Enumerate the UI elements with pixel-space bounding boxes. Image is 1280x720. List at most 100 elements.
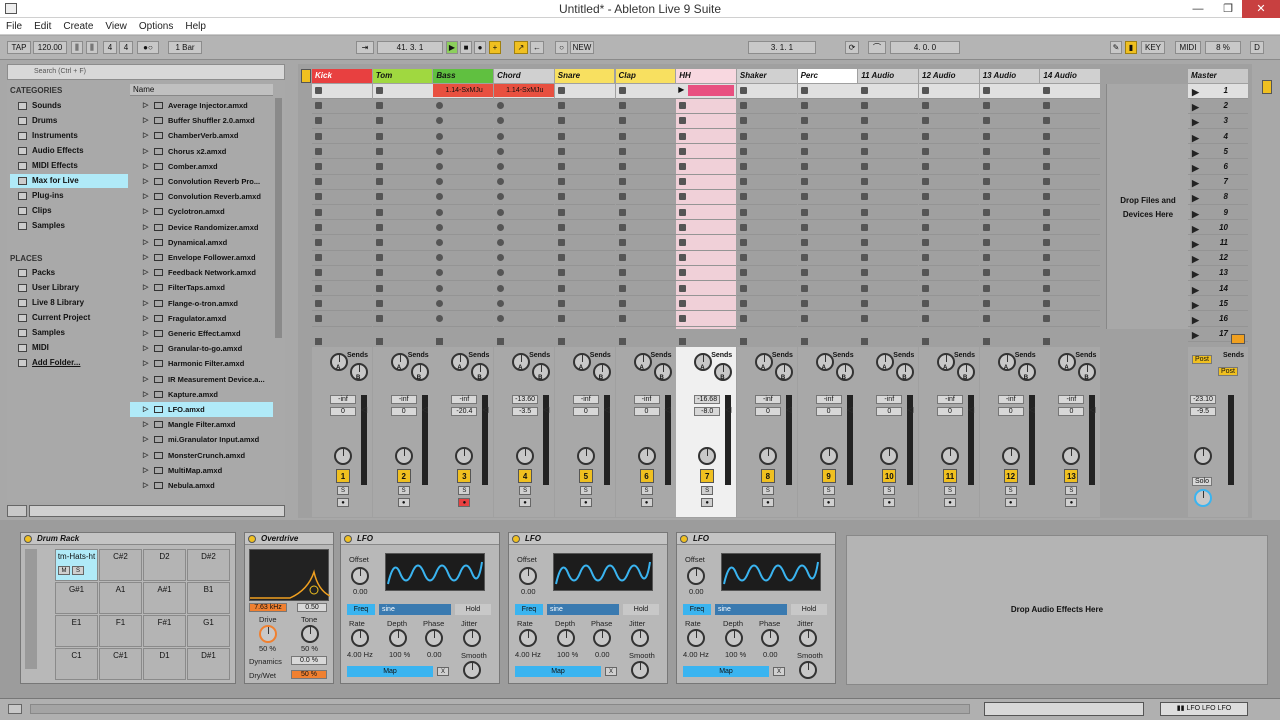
stop-slot-icon[interactable] xyxy=(922,269,929,277)
loop-start-field[interactable]: 3. 1. 1 xyxy=(748,41,816,54)
clip[interactable] xyxy=(688,85,735,96)
drum-pad[interactable]: A1 xyxy=(99,582,142,614)
track-title[interactable]: 13 Audio xyxy=(979,69,1040,83)
clip-slot[interactable] xyxy=(736,190,797,205)
clip-slot[interactable] xyxy=(1040,312,1101,327)
clip-slot[interactable] xyxy=(615,190,676,205)
clip-slot[interactable] xyxy=(858,297,919,312)
track-title[interactable]: Bass xyxy=(433,69,494,83)
track-title[interactable]: Clap xyxy=(615,69,676,83)
stop-slot-icon[interactable] xyxy=(557,239,565,246)
clip-slot[interactable] xyxy=(797,206,858,221)
clip-slot[interactable] xyxy=(1040,282,1101,297)
pan-knob[interactable] xyxy=(819,447,838,465)
back-to-arrangement-icon[interactable]: ← xyxy=(530,41,544,54)
expand-icon[interactable]: ▷ xyxy=(143,372,148,387)
expand-icon[interactable]: ▷ xyxy=(143,265,148,280)
pan-knob[interactable] xyxy=(334,447,352,465)
scene-launch[interactable]: ▶ 4 xyxy=(1188,130,1248,145)
overdrive-title[interactable]: Overdrive xyxy=(245,533,333,545)
solo-button[interactable]: S xyxy=(822,486,835,495)
preview-bar[interactable] xyxy=(29,505,285,517)
unmap-button[interactable]: X xyxy=(437,667,449,676)
solo-button[interactable]: S xyxy=(883,486,896,495)
stop-slot-icon[interactable] xyxy=(922,132,929,140)
clip-slot[interactable] xyxy=(979,190,1040,205)
stop-slot-icon[interactable] xyxy=(557,117,565,125)
stop-slot-icon[interactable] xyxy=(1043,208,1051,216)
stop-slot-icon[interactable] xyxy=(1043,239,1051,246)
solo-button[interactable]: S xyxy=(944,486,956,495)
clip-slot[interactable] xyxy=(372,130,433,145)
pan-knob[interactable] xyxy=(576,447,595,465)
browser-file-item[interactable]: ▷ IR Measurement Device.a... xyxy=(130,372,273,387)
track-activator[interactable]: 12 xyxy=(1003,469,1018,483)
track-activator[interactable]: 5 xyxy=(578,469,593,483)
send-b-knob[interactable]: B xyxy=(532,363,551,381)
clip-slot[interactable] xyxy=(797,175,858,190)
record-slot-icon[interactable] xyxy=(497,299,505,307)
record-slot-icon[interactable] xyxy=(497,147,505,155)
browser-file-item[interactable]: ▷ Convolution Reverb.amxd xyxy=(130,189,273,204)
clip-slot[interactable] xyxy=(372,251,433,266)
track-title[interactable]: 14 Audio xyxy=(1040,69,1101,83)
clip-slot[interactable] xyxy=(312,206,372,221)
master-track-title[interactable]: Master xyxy=(1188,69,1248,83)
clip-slot[interactable] xyxy=(979,114,1040,129)
clip-slot[interactable] xyxy=(797,160,858,175)
stop-slot-icon[interactable] xyxy=(557,193,565,201)
browser-file-item[interactable]: ▷ Cyclotron.amxd xyxy=(130,204,273,219)
record-slot-icon[interactable] xyxy=(497,223,505,231)
clip-slot[interactable] xyxy=(494,297,555,312)
expand-icon[interactable]: ▷ xyxy=(143,478,148,493)
track-activator[interactable]: 2 xyxy=(396,469,411,483)
stop-slot-icon[interactable] xyxy=(375,193,383,201)
play-scene-icon[interactable]: ▶ xyxy=(1192,85,1199,99)
send-b-knob[interactable]: B xyxy=(957,363,975,381)
stop-slot-icon[interactable] xyxy=(982,269,990,277)
stop-slot-icon[interactable] xyxy=(922,239,929,246)
play-scene-icon[interactable]: ▶ xyxy=(1192,161,1199,175)
stop-slot-icon[interactable] xyxy=(557,269,565,277)
stop-slot-icon[interactable] xyxy=(375,102,383,110)
clip-slot[interactable] xyxy=(676,190,737,205)
volume-fader[interactable]: ◁ xyxy=(968,405,974,414)
drum-pad[interactable]: G1 xyxy=(187,615,230,647)
track-title[interactable]: Shaker xyxy=(736,69,797,83)
clip-slot[interactable] xyxy=(554,175,615,190)
send-a-knob[interactable]: A xyxy=(1058,353,1077,371)
track-activator[interactable]: 11 xyxy=(943,469,957,483)
clip-slot[interactable] xyxy=(858,266,919,281)
stop-slot-icon[interactable] xyxy=(557,163,565,170)
stop-slot-icon[interactable] xyxy=(922,87,929,94)
stop-slot-icon[interactable] xyxy=(922,254,929,262)
draw-mode-icon[interactable]: ✎ xyxy=(1110,41,1122,54)
record-slot-icon[interactable] xyxy=(497,193,505,201)
key-map-button[interactable]: KEY xyxy=(1141,41,1165,54)
drum-pad[interactable]: G#1 xyxy=(55,582,98,614)
stop-slot-icon[interactable] xyxy=(679,132,687,140)
clip-slot[interactable] xyxy=(676,266,737,281)
preview-icon[interactable] xyxy=(7,505,27,517)
stop-slot-icon[interactable] xyxy=(315,193,322,201)
arm-button[interactable]: ● xyxy=(883,498,896,507)
volume-fader[interactable]: ◁ xyxy=(665,405,671,414)
track-activator[interactable]: 7 xyxy=(700,469,715,483)
track-title[interactable]: Kick xyxy=(312,69,372,83)
send-b-knob[interactable]: B xyxy=(896,363,915,381)
clip-slot[interactable] xyxy=(372,297,433,312)
clip-slot[interactable] xyxy=(372,190,433,205)
stop-slot-icon[interactable] xyxy=(982,315,990,322)
clip-slot[interactable] xyxy=(919,297,979,312)
unmap-button[interactable]: X xyxy=(605,667,617,676)
stop-slot-icon[interactable] xyxy=(557,87,565,94)
stop-slot-icon[interactable] xyxy=(800,254,808,262)
phase-knob[interactable] xyxy=(425,629,443,647)
pan-knob[interactable] xyxy=(941,447,959,465)
scene-launch[interactable]: ▶ 7 xyxy=(1188,175,1248,190)
clip-slot[interactable] xyxy=(1040,114,1101,129)
clip-slot[interactable] xyxy=(919,282,979,297)
pan-knob[interactable] xyxy=(516,447,535,465)
volume-fader[interactable]: ◁ xyxy=(907,405,913,414)
track-activator[interactable]: 10 xyxy=(882,469,897,483)
